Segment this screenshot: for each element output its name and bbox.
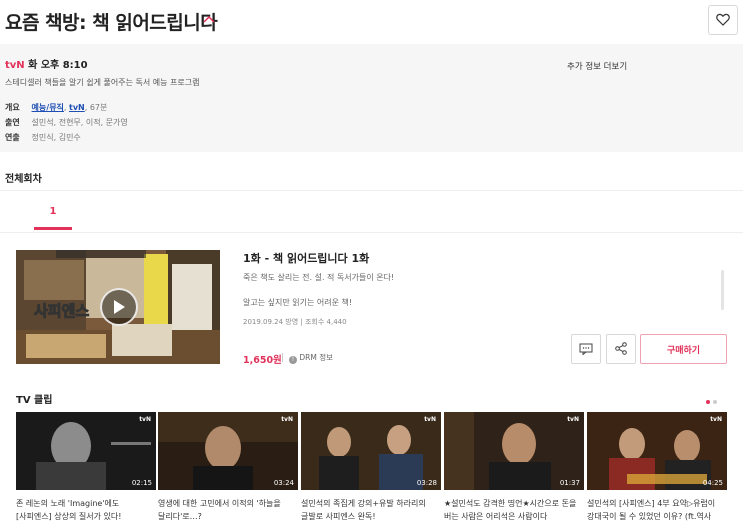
drm-info-label: DRM 정보 (299, 353, 334, 362)
clip-title[interactable]: 영생에 대한 고민에서 이적의 '하늘을 달리다'로…? (158, 497, 298, 523)
clips-section-title: TV 클립 (16, 395, 53, 406)
carousel-dot-active[interactable] (706, 400, 710, 404)
clip-title[interactable]: 설민석의 족집게 강의+유발 하라리의 글발로 사피엔스 완독! (301, 497, 441, 523)
clip-thumbnail[interactable]: tvN 02:15 (16, 412, 156, 490)
channel-name: tvN (5, 60, 25, 71)
clip-duration: 03:24 (273, 479, 294, 487)
episode-price: 1,650원 (243, 355, 282, 366)
divider (0, 232, 743, 233)
clip-card[interactable]: tvN 03:28 설민석의 족집게 강의+유발 하라리의 글발로 사피엔스 완… (301, 412, 441, 523)
info-icon: ! (289, 356, 297, 364)
episodes-section-title: 전체회차 (5, 174, 42, 185)
channel-link[interactable]: tvN (69, 103, 85, 112)
clip-card[interactable]: tvN 04:25 설민석의 [사피엔스] 4부 요약▷유럽이 강대국이 될 수… (587, 412, 727, 523)
schedule-time: 화 오후 8:10 (28, 60, 88, 71)
play-icon[interactable] (100, 288, 138, 326)
clip-thumbnail[interactable]: tvN 04:25 (587, 412, 727, 490)
overview-label: 개요 (5, 103, 20, 112)
description-scrollbar[interactable] (721, 270, 724, 310)
channel-logo: tvN (281, 416, 293, 423)
episode-meta: 2019.09.24 방영 | 조회수 4,440 (243, 318, 347, 326)
cast-label: 출연 (5, 118, 20, 127)
episode-description: 죽은 책도 살리는 전. 설. 적 독서가들이 온다! (243, 273, 395, 282)
thumbnail-caption: 사피엔스 (33, 302, 90, 321)
cast-row: 출연 설민석, 전현무, 이적, 문가영 (5, 117, 128, 128)
director-label: 연출 (5, 133, 20, 142)
clip-card[interactable]: tvN 03:24 영생에 대한 고민에서 이적의 '하늘을 달리다'로…? (158, 412, 298, 523)
heart-icon (716, 11, 730, 30)
director-row: 연출 정민식, 김민수 (5, 132, 81, 143)
carousel-pagination (706, 400, 717, 404)
divider (282, 353, 283, 362)
header: 요즘 책방: 책 읽어드립니다 (0, 0, 743, 44)
clip-title[interactable]: ★설민석도 감격한 띵언★시간으로 돈을 버는 사람은 어리석은 사람이다 (444, 497, 584, 523)
more-info-link[interactable]: 추가 정보 더보기 (567, 60, 627, 72)
channel-logo: tvN (139, 416, 151, 423)
share-button[interactable] (606, 334, 636, 364)
program-info: tvN 화 오후 8:10 스테디셀러 책들을 알기 쉽게 풀어주는 독서 예능… (0, 44, 743, 152)
clip-thumbnail[interactable]: tvN 03:24 (158, 412, 298, 490)
clip-duration: 03:28 (416, 479, 437, 487)
program-description: 스테디셀러 책들을 알기 쉽게 풀어주는 독서 예능 프로그램 (5, 78, 200, 87)
runtime: , 67분 (84, 103, 108, 112)
clip-title[interactable]: 설민석의 [사피엔스] 4부 요약▷유럽이 강대국이 될 수 있었던 이유? (… (587, 497, 727, 523)
clip-thumbnail[interactable]: tvN 01:37 (444, 412, 584, 490)
chevron-up-icon[interactable] (203, 12, 215, 28)
channel-logo: tvN (424, 416, 436, 423)
clip-thumbnail[interactable]: tvN 03:28 (301, 412, 441, 490)
episode-description-2: 알고는 싶지만 읽기는 어려운 책! (243, 298, 353, 307)
clip-duration: 04:25 (702, 479, 723, 487)
comment-button[interactable] (571, 334, 601, 364)
episode-thumbnail[interactable]: 사피엔스 (16, 250, 220, 364)
clip-title[interactable]: 존 레논의 노래 'Imagine'에도 [사피엔스] 상상의 질서가 있다! (16, 497, 156, 523)
buy-button[interactable]: 구매하기 (640, 334, 727, 364)
overview-row: 개요 예능/뮤직, tvN, 67분 (5, 103, 108, 112)
genre-link[interactable]: 예능/뮤직 (32, 103, 64, 112)
clip-card[interactable]: tvN 01:37 ★설민석도 감격한 띵언★시간으로 돈을 버는 사람은 어리… (444, 412, 584, 523)
episode-title[interactable]: 1화 - 책 읽어드립니다 1화 (243, 250, 369, 266)
divider (0, 190, 743, 191)
channel-logo: tvN (710, 416, 722, 423)
tab-episode-page-1[interactable]: 1 (34, 196, 72, 230)
page-title: 요즘 책방: 책 읽어드립니다 (5, 12, 218, 34)
clip-duration: 02:15 (131, 479, 152, 487)
drm-info-link[interactable]: ! DRM 정보 (289, 352, 333, 364)
clip-card[interactable]: tvN 02:15 존 레논의 노래 'Imagine'에도 [사피엔스] 상상… (16, 412, 156, 523)
favorite-button[interactable] (708, 5, 738, 35)
share-icon (615, 340, 627, 359)
comment-icon (579, 340, 593, 359)
broadcast-schedule: tvN 화 오후 8:10 (5, 56, 88, 71)
cast-names: 설민석, 전현무, 이적, 문가영 (31, 118, 128, 127)
director-names: 정민식, 김민수 (31, 133, 81, 142)
clip-duration: 01:37 (559, 479, 580, 487)
channel-logo: tvN (567, 416, 579, 423)
carousel-dot[interactable] (713, 400, 717, 404)
